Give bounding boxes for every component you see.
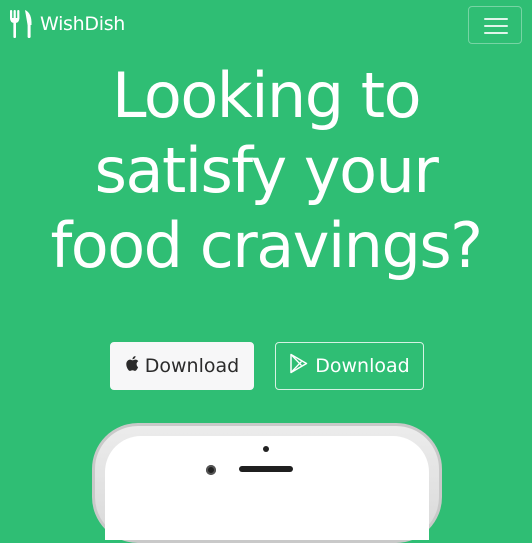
headline-line: Looking to [111, 59, 422, 132]
hamburger-bar [484, 25, 508, 27]
apple-icon [125, 355, 139, 377]
phone-speaker [239, 466, 293, 472]
fork-knife-icon [9, 9, 33, 39]
hero-headline: Looking to satisfy your food cravings? [0, 58, 532, 283]
apple-download-button[interactable]: Download [110, 342, 254, 390]
brand-name: WishDish [40, 13, 126, 35]
hamburger-bar [484, 32, 508, 34]
menu-toggle-button[interactable] [468, 6, 522, 44]
google-play-download-label: Download [315, 355, 410, 377]
apple-download-label: Download [144, 355, 240, 377]
brand-link[interactable]: WishDish [9, 9, 125, 39]
google-play-download-button[interactable]: Download [275, 342, 424, 390]
phone-camera [206, 465, 216, 475]
navbar: WishDish [0, 0, 532, 50]
phone-sensor [263, 446, 269, 452]
headline-line: food cravings? [50, 209, 483, 282]
headline-line: satisfy your [94, 134, 439, 207]
google-play-icon [289, 353, 309, 379]
phone-mockup [92, 423, 442, 543]
hamburger-menu-icon [484, 18, 508, 20]
